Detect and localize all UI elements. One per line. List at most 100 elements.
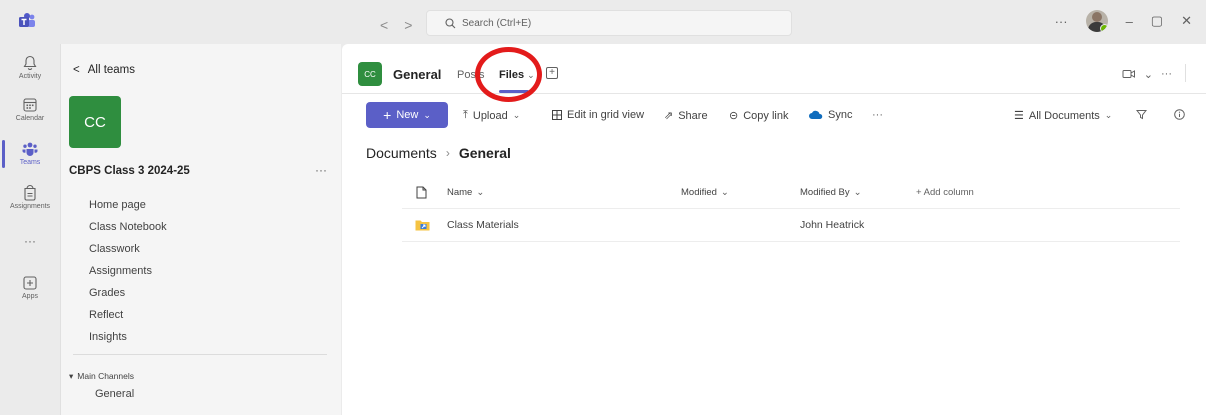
minimize-icon[interactable]: –	[1126, 14, 1133, 29]
nav-item-class-notebook[interactable]: Class Notebook	[89, 216, 167, 238]
header-actions: ⌄ ···	[1122, 68, 1172, 81]
view-selector[interactable]: ☰ All Documents ⌄	[1014, 109, 1113, 123]
rail-item-apps[interactable]: Apps	[0, 274, 60, 300]
chevron-down-icon: ⌄	[527, 69, 535, 80]
search-icon	[445, 17, 456, 28]
all-teams-back-link[interactable]: < All teams	[73, 64, 135, 76]
team-avatar: CC	[69, 96, 121, 148]
grid-label: Edit in grid view	[567, 109, 645, 121]
table-row[interactable]: Class Materials John Heatrick	[402, 209, 1180, 242]
more-apps-icon: ···	[24, 234, 36, 248]
rail-item-activity[interactable]: Activity	[0, 54, 60, 80]
more-options-icon[interactable]: ···	[1055, 14, 1068, 29]
channels-section-header[interactable]: ▾ Main Channels	[69, 371, 134, 382]
history-nav: < >	[380, 17, 412, 33]
upload-button[interactable]: ⤒ Upload ⌄	[463, 109, 520, 122]
nav-item-classwork[interactable]: Classwork	[89, 238, 167, 260]
nav-item-home-page[interactable]: Home page	[89, 194, 167, 216]
back-label: All teams	[87, 64, 136, 76]
nav-item-insights[interactable]: Insights	[89, 326, 167, 348]
breadcrumb-root[interactable]: Documents	[366, 145, 437, 161]
active-tab-indicator	[499, 90, 529, 93]
sync-button[interactable]: Sync	[809, 109, 852, 121]
rail-label: Activity	[18, 73, 42, 80]
channel-header: CC General Posts Files ⌄ + ⌄ ···	[342, 44, 1206, 102]
chevron-down-icon: ⌄	[476, 187, 485, 198]
rail-label: Calendar	[15, 115, 45, 122]
rail-item-teams[interactable]: Teams	[0, 140, 60, 166]
team-name[interactable]: CBPS Class 3 2024-25	[69, 165, 190, 177]
title-bar: < > ··· – ▢ ✕	[0, 0, 1206, 44]
table-header: Name ⌄ Modified ⌄ Modified By ⌄ + Add co…	[402, 177, 1180, 209]
row-name[interactable]: Class Materials	[447, 209, 519, 241]
chevron-down-icon[interactable]: ⌄	[1144, 68, 1153, 81]
divider	[1185, 64, 1186, 82]
column-label: Modified	[681, 187, 717, 198]
plus-icon: +	[383, 107, 392, 123]
teams-icon	[22, 142, 38, 156]
column-header-name[interactable]: Name ⌄	[447, 177, 484, 208]
file-type-icon[interactable]	[416, 177, 427, 208]
chevron-down-icon: ⌄	[423, 109, 431, 120]
chevron-down-icon: ⌄	[720, 187, 729, 198]
row-modified-by: John Heatrick	[800, 219, 865, 231]
nav-item-assignments[interactable]: Assignments	[89, 260, 167, 282]
command-bar: + New ⌄ ⤒ Upload ⌄ Edit in grid view ⇗ S…	[342, 100, 1206, 130]
view-label: All Documents	[1028, 109, 1100, 122]
copy-link-button[interactable]: ⊝ Copy link	[729, 109, 789, 123]
channels-heading: Main Channels	[77, 371, 134, 381]
rail-item-more-apps[interactable]: ···	[0, 234, 60, 248]
folder-icon	[415, 209, 430, 241]
sync-icon	[809, 110, 823, 119]
share-button[interactable]: ⇗ Share	[664, 109, 708, 123]
rail-label: Assignments	[9, 203, 51, 210]
avatar[interactable]	[1085, 10, 1108, 32]
documents-table: Name ⌄ Modified ⌄ Modified By ⌄ + Add co…	[402, 177, 1180, 242]
rail-item-assignments[interactable]: Assignments	[0, 184, 60, 210]
column-header-modified-by[interactable]: Modified By ⌄	[800, 177, 862, 208]
restore-icon[interactable]: ▢	[1151, 13, 1163, 29]
chevron-down-icon: ⌄	[1104, 110, 1113, 120]
window-controls: ··· – ▢ ✕	[1055, 10, 1206, 32]
chevron-left-icon: <	[73, 64, 80, 76]
team-more-options-icon[interactable]: ···	[315, 163, 327, 177]
teams-logo-icon	[19, 13, 35, 27]
command-more-icon[interactable]: ···	[872, 109, 883, 121]
breadcrumb-current: General	[458, 145, 511, 161]
info-icon[interactable]	[1174, 109, 1185, 120]
sync-label: Sync	[828, 109, 853, 121]
edit-grid-view-button[interactable]: Edit in grid view	[552, 109, 644, 121]
rail-label: Apps	[22, 293, 38, 300]
assignments-icon	[24, 185, 36, 201]
forward-arrow-icon[interactable]: >	[404, 17, 412, 33]
new-button[interactable]: + New ⌄	[366, 102, 448, 128]
team-sidebar: < All teams CC CBPS Class 3 2024-25 ··· …	[60, 44, 341, 415]
divider	[73, 354, 327, 355]
nav-item-grades[interactable]: Grades	[89, 282, 167, 304]
add-tab-icon[interactable]: +	[546, 67, 558, 79]
search-input[interactable]	[462, 17, 762, 29]
filter-icon[interactable]	[1136, 109, 1147, 120]
link-icon: ⊝	[729, 110, 739, 122]
add-column-button[interactable]: + Add column	[916, 177, 974, 208]
channel-item-general[interactable]: General	[95, 388, 134, 400]
rail-label: Teams	[19, 159, 41, 166]
main-content: CC General Posts Files ⌄ + ⌄ ··· + New ⌄…	[342, 44, 1206, 415]
breadcrumb: Documents › General	[366, 145, 511, 161]
tab-files[interactable]: Files ⌄	[499, 69, 535, 81]
column-header-modified[interactable]: Modified ⌄	[681, 177, 729, 208]
rail-item-calendar[interactable]: Calendar	[0, 96, 60, 122]
upload-icon: ⤒	[463, 109, 468, 121]
copy-link-label: Copy link	[743, 109, 789, 122]
app-rail: Activity Calendar Teams Assignments ··· …	[0, 44, 60, 415]
header-more-icon[interactable]: ···	[1161, 68, 1172, 81]
nav-item-reflect[interactable]: Reflect	[89, 304, 167, 326]
meet-video-icon[interactable]	[1122, 68, 1136, 80]
add-apps-icon	[23, 276, 37, 290]
tab-posts[interactable]: Posts	[457, 69, 485, 81]
chevron-down-icon: ⌄	[512, 110, 521, 120]
search-box[interactable]	[426, 10, 792, 36]
list-view-icon: ☰	[1014, 110, 1024, 122]
close-icon[interactable]: ✕	[1181, 13, 1192, 29]
back-arrow-icon[interactable]: <	[380, 17, 388, 33]
